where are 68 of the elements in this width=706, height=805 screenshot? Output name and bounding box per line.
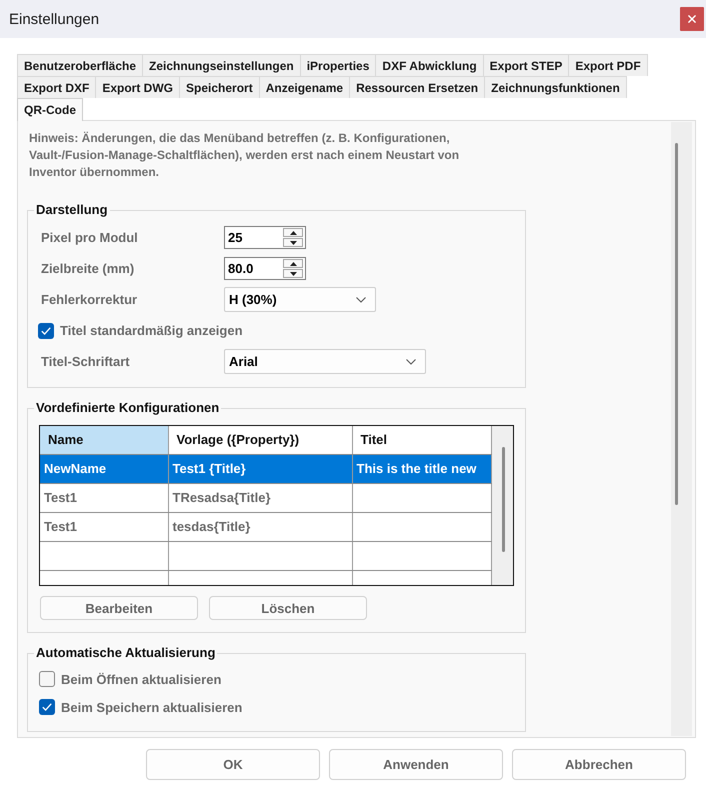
ok-button[interactable]: OK [146, 749, 320, 780]
checkbox-label[interactable]: Beim Öffnen aktualisieren [61, 672, 222, 686]
scrollbar-thumb[interactable] [502, 447, 504, 552]
edit-button[interactable]: Bearbeiten [40, 596, 198, 620]
spin-up-button[interactable] [283, 228, 303, 237]
table-cell: This is the title new [352, 454, 491, 483]
spin-up-button[interactable] [283, 259, 303, 268]
close-icon [688, 15, 696, 23]
field-label: Titel-Schriftart [40, 354, 131, 369]
group-title: Automatische Aktualisierung [35, 645, 216, 661]
tab[interactable]: Ressourcen Ersetzen [349, 76, 486, 98]
triangle-down-icon [290, 240, 296, 244]
number-field[interactable]: 80.0 [224, 257, 306, 280]
column-header[interactable]: Vorlage ({Property}) [168, 426, 352, 454]
table-cell: Test1 [40, 512, 168, 541]
tab[interactable]: Export DXF [17, 76, 96, 98]
scrollbar[interactable] [671, 122, 692, 736]
number-field[interactable]: 25 [224, 226, 306, 249]
triangle-up-icon [290, 262, 296, 266]
chevron-down-icon [356, 296, 366, 302]
tab[interactable]: DXF Abwicklung [375, 54, 484, 76]
triangle-down-icon [290, 272, 296, 276]
field-label: Fehlerkorrektur [40, 292, 138, 307]
dropdown[interactable]: Arial [224, 349, 426, 374]
apply-button[interactable]: Anwenden [329, 749, 503, 780]
close-button[interactable] [680, 7, 704, 31]
column-header[interactable]: Titel [352, 426, 491, 454]
checkbox[interactable] [38, 322, 54, 338]
group-title: Vordefinierte Konfigurationen [35, 400, 220, 416]
group-title: Darstellung [35, 202, 109, 218]
checkmark-icon [42, 703, 52, 711]
triangle-up-icon [290, 230, 296, 234]
table-cell: NewName [40, 454, 168, 483]
tab[interactable]: iProperties [300, 54, 376, 76]
table-cell: tesdas{Title} [168, 512, 352, 541]
hint-text: Hinweis: Änderungen, die das Menüband betreffen (z. B. Konfigurationen, Vault-/Fusion-Manage-Schaltflächen), werden erst nach einem Neustart von Inventor übernommen. [29, 130, 460, 181]
tab[interactable]: Export DWG [95, 76, 180, 98]
checkbox[interactable] [39, 671, 55, 687]
table-cell: TResadsa{Title} [168, 483, 352, 512]
table-cell: Test1 [40, 483, 168, 512]
tab[interactable]: Export STEP [482, 54, 570, 76]
scrollbar[interactable] [492, 426, 513, 585]
table-row[interactable]: Test1 TResadsa{Title} [40, 483, 491, 512]
field-label: Zielbreite (mm) [40, 261, 136, 276]
tab[interactable]: Speicherort [179, 76, 260, 98]
scrollbar-thumb[interactable] [675, 143, 678, 505]
table-row[interactable]: Test1 tesdas{Title} [40, 512, 491, 541]
spin-down-button[interactable] [283, 269, 303, 278]
column-header[interactable]: Name [40, 426, 168, 454]
chevron-down-icon [406, 358, 416, 364]
table-row[interactable]: NewName Test1 {Title} This is the title new [40, 454, 491, 483]
dropdown[interactable]: H (30%) [224, 287, 376, 312]
field-label: Pixel pro Modul [40, 230, 139, 245]
tab[interactable]: Export PDF [568, 54, 648, 76]
tab[interactable]: Anzeigename [258, 76, 350, 98]
tab[interactable]: Zeichnungsfunktionen [484, 76, 627, 98]
checkbox-label[interactable]: Titel standardmäßig anzeigen [60, 323, 243, 338]
checkmark-icon [41, 326, 51, 334]
spin-down-button[interactable] [283, 238, 303, 247]
table-cell: Test1 {Title} [168, 454, 352, 483]
checkbox[interactable] [39, 699, 55, 715]
checkbox-label[interactable]: Beim Speichern aktualisieren [61, 700, 242, 714]
delete-button[interactable]: Löschen [209, 596, 367, 620]
window-title: Einstellungen [9, 10, 100, 28]
cancel-button[interactable]: Abbrechen [512, 749, 686, 780]
tab[interactable]: QR-Code [17, 98, 83, 121]
tab[interactable]: Benutzeroberfläche [17, 54, 144, 76]
tab[interactable]: Zeichnungseinstellungen [142, 54, 301, 76]
